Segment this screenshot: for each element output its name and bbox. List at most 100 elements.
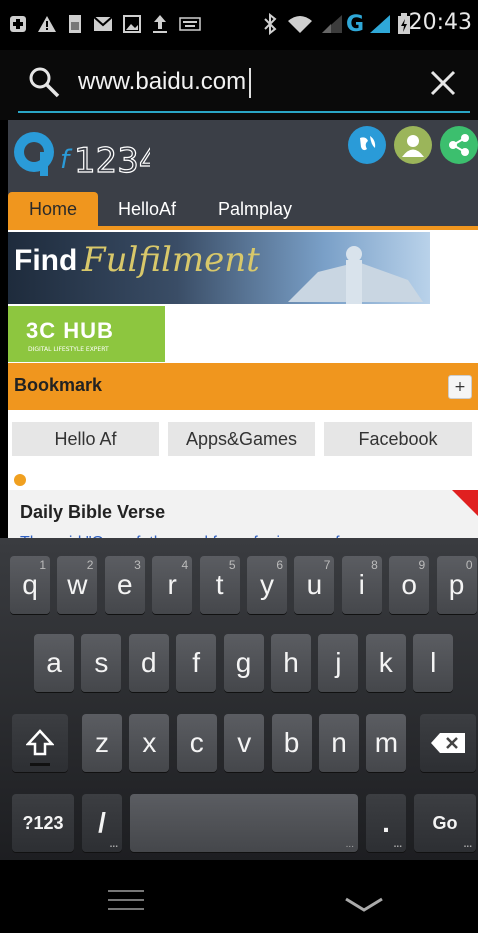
key-c[interactable]: c — [176, 714, 217, 772]
soft-keyboard: q1w2e3r4t5y6u7i8o9p0 asdfghjkl zxcvbnm ?… — [0, 538, 478, 860]
backspace-key[interactable] — [420, 714, 476, 772]
search-icon — [26, 64, 62, 100]
key-y[interactable]: y6 — [247, 556, 287, 614]
key-r[interactable]: r4 — [152, 556, 193, 614]
3chub-subtitle: DIGITAL LIFESTYLE EXPERT — [28, 346, 109, 353]
url-bar: www.baidu.com — [0, 50, 478, 120]
key-s[interactable]: s — [81, 634, 122, 692]
upload-icon — [150, 12, 170, 36]
symbols-key[interactable]: ?123 — [12, 794, 74, 852]
key-label: i — [358, 569, 365, 600]
key-i[interactable]: i8 — [341, 556, 382, 614]
close-icon[interactable] — [426, 66, 460, 100]
key-hint: 9 — [418, 558, 426, 572]
key-d[interactable]: d — [128, 634, 169, 692]
warning-icon — [36, 12, 58, 36]
key-j[interactable]: j — [318, 634, 359, 692]
key-label: q — [22, 569, 38, 600]
bookmark-facebook[interactable]: Facebook — [324, 422, 472, 456]
share-icon[interactable] — [440, 126, 478, 164]
key-k[interactable]: k — [365, 634, 406, 692]
corner-ribbon — [452, 490, 478, 516]
svg-text:1234: 1234 — [74, 141, 150, 181]
url-input[interactable]: www.baidu.com — [78, 68, 246, 96]
key-e[interactable]: e3 — [104, 556, 145, 614]
key-more-dots: ... — [463, 839, 472, 850]
period-label: . — [382, 807, 390, 838]
backspace-icon — [431, 733, 465, 753]
site-logo[interactable]: f 1234 — [10, 122, 161, 188]
slash-key[interactable]: /... — [82, 794, 122, 852]
key-b[interactable]: b — [271, 714, 312, 772]
shift-key[interactable] — [12, 714, 68, 772]
key-label: w — [67, 569, 88, 600]
add-bookmark-button[interactable]: + — [448, 375, 472, 399]
key-a[interactable]: a — [34, 634, 74, 692]
key-l[interactable]: l — [413, 634, 454, 692]
key-m[interactable]: m — [366, 714, 407, 772]
chevron-down-icon[interactable] — [344, 896, 384, 914]
key-x[interactable]: x — [129, 714, 170, 772]
key-g[interactable]: g — [223, 634, 264, 692]
find-fulfilment-banner[interactable]: Find Fulfilment — [8, 232, 430, 304]
network-type-icon: G — [345, 11, 365, 37]
key-h[interactable]: h — [271, 634, 311, 692]
key-q[interactable]: q1 — [10, 556, 50, 614]
tab-home[interactable]: Home — [8, 192, 98, 226]
tab-palmplay[interactable]: Palmplay — [206, 192, 304, 226]
key-label: p — [448, 569, 465, 600]
key-hint: 3 — [134, 558, 141, 572]
key-hint: 0 — [465, 558, 473, 572]
key-hint: 7 — [323, 558, 331, 572]
image-icon — [122, 12, 142, 36]
key-n[interactable]: n — [319, 714, 359, 772]
key-u[interactable]: u7 — [294, 556, 335, 614]
tab-helloaf[interactable]: HelloAf — [106, 192, 188, 226]
bluetooth-icon — [262, 12, 278, 36]
key-more-dots: ... — [109, 839, 118, 850]
key-f[interactable]: f — [176, 634, 217, 692]
bookmark-hello-af[interactable]: Hello Af — [12, 422, 159, 456]
key-w[interactable]: w2 — [57, 556, 98, 614]
key-hint: 6 — [276, 558, 283, 572]
3chub-title: 3C HUB — [26, 318, 114, 343]
key-label: r — [167, 569, 177, 600]
notification-icon — [8, 12, 28, 36]
key-label: o — [401, 569, 417, 600]
statue-image — [288, 246, 423, 304]
key-hint: 4 — [181, 558, 189, 572]
carousel-dot[interactable] — [14, 474, 26, 486]
user-icon[interactable] — [394, 126, 432, 164]
menu-icon[interactable] — [108, 888, 144, 912]
bookmark-title: Bookmark — [14, 375, 103, 395]
key-label: y — [260, 569, 274, 600]
go-key[interactable]: Go... — [414, 794, 476, 852]
signal-icon — [320, 12, 344, 36]
slash-label: / — [98, 807, 106, 838]
banner-word-find: Find — [14, 244, 78, 277]
key-more-dots: ... — [393, 839, 402, 850]
key-p[interactable]: p0 — [436, 556, 477, 614]
bookmark-apps-games[interactable]: Apps&Games — [168, 422, 315, 456]
key-hint: 5 — [228, 558, 236, 572]
key-more-dots: ... — [345, 839, 354, 850]
period-key[interactable]: .... — [366, 794, 406, 852]
banner-word-fulfilment: Fulfilment — [82, 240, 260, 280]
text-cursor — [249, 68, 251, 98]
key-label: u — [306, 569, 323, 600]
space-key[interactable]: ... — [130, 794, 358, 852]
url-underline — [18, 111, 470, 113]
svg-text:f: f — [60, 145, 73, 175]
key-z[interactable]: z — [82, 714, 122, 772]
keyboard-icon — [178, 12, 202, 36]
navigation-bar — [0, 860, 478, 933]
key-t[interactable]: t5 — [199, 556, 240, 614]
key-o[interactable]: o9 — [389, 556, 430, 614]
clock: 20:43 — [408, 10, 472, 35]
daily-verse-card[interactable]: Daily Bible Verse The said "O our father… — [8, 490, 478, 545]
status-bar: G 20:43 — [0, 0, 478, 50]
bookmark-bar: Bookmark + — [8, 363, 478, 410]
3chub-banner[interactable]: 3C HUB DIGITAL LIFESTYLE EXPERT — [8, 306, 165, 362]
key-v[interactable]: v — [224, 714, 265, 772]
globe-icon[interactable] — [348, 126, 386, 164]
